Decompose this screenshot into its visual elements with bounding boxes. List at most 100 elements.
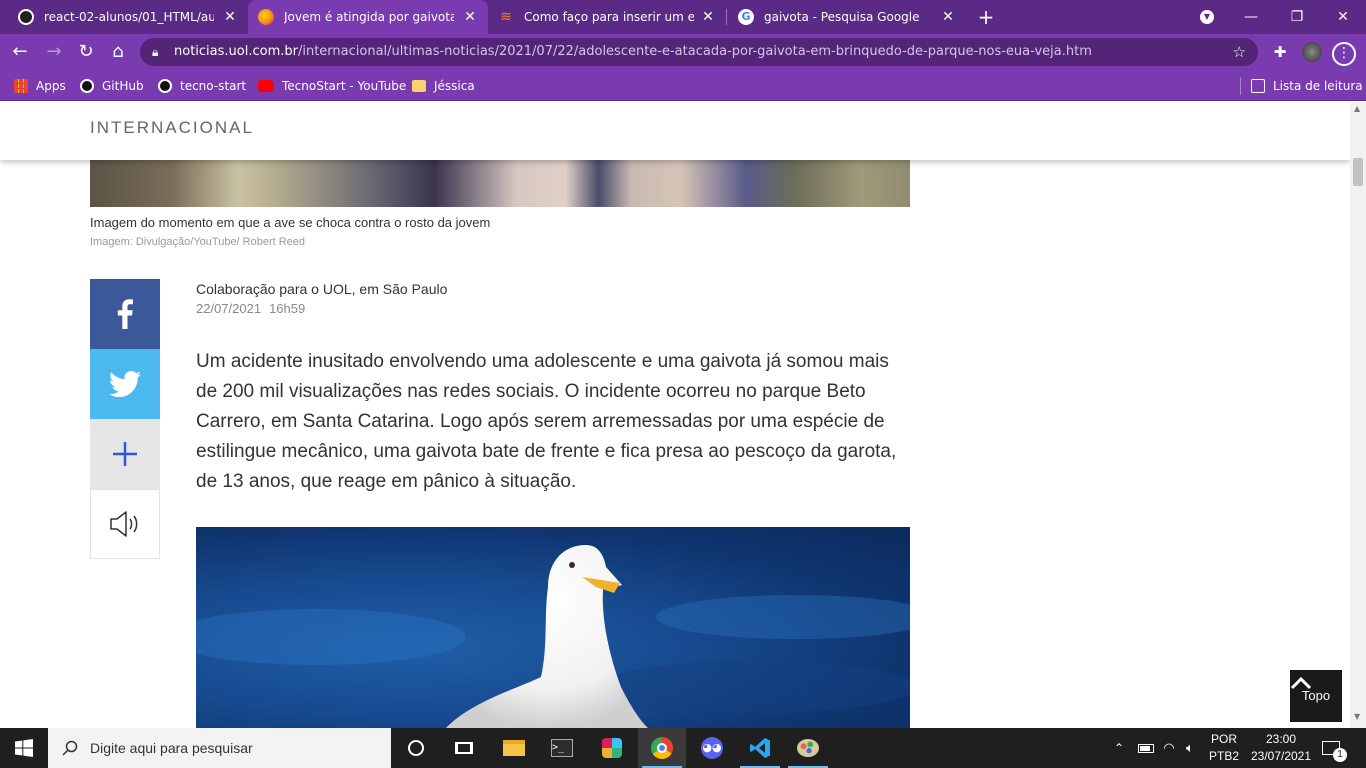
- facebook-icon: [117, 299, 133, 329]
- google-icon: G: [738, 9, 754, 25]
- cortana-icon[interactable]: [392, 728, 440, 768]
- seagull-image: [196, 527, 910, 728]
- show-hidden-icons[interactable]: ⌃: [1114, 728, 1124, 768]
- image-credit: Imagem: Divulgação/YouTube/ Robert Reed: [90, 236, 306, 248]
- stackoverflow-icon: ≋: [500, 9, 512, 25]
- bookmark-apps[interactable]: Apps: [14, 76, 66, 96]
- scroll-up-icon[interactable]: ▲: [1354, 104, 1362, 113]
- seagull-illustration: [196, 545, 910, 728]
- notification-icon: 1: [1322, 741, 1347, 762]
- clock-date: 23/07/2021: [1250, 749, 1312, 763]
- tab-uol[interactable]: Jovem é atingida por gaivota em ✕: [248, 0, 488, 34]
- battery-icon[interactable]: [1138, 728, 1154, 768]
- youtube-icon: [258, 80, 274, 92]
- listen-audio-button[interactable]: [90, 489, 160, 559]
- close-icon[interactable]: ✕: [700, 9, 716, 25]
- task-view-icon[interactable]: [440, 728, 488, 768]
- notification-count: 1: [1333, 748, 1347, 762]
- bookmark-youtube[interactable]: TecnoStart - YouTube: [258, 76, 406, 96]
- vscode-icon[interactable]: [736, 728, 784, 768]
- image-caption: Imagem do momento em que a ave se choca …: [90, 215, 491, 230]
- file-explorer-icon[interactable]: [490, 728, 538, 768]
- github-icon: [18, 9, 34, 25]
- uol-icon: [258, 9, 274, 25]
- forward-icon[interactable]: →: [42, 40, 66, 64]
- sticky-header: INTERNACIONAL: [0, 102, 1350, 160]
- tab-google[interactable]: G gaivota - Pesquisa Google ✕: [728, 0, 966, 34]
- wifi-icon[interactable]: ◜◝: [1164, 728, 1174, 768]
- tab-search-icon[interactable]: ▼: [1184, 0, 1230, 34]
- twitter-share-button[interactable]: [90, 349, 160, 419]
- minimize-icon[interactable]: —: [1228, 0, 1274, 34]
- page-scrollbar[interactable]: ▲ ▼: [1350, 102, 1366, 728]
- browser-toolbar: ← → ↻ ⌂ 🔒︎ noticias.uol.com.br/internaci…: [0, 34, 1366, 70]
- tab-title: react-02-alunos/01_HTML/aula-0: [44, 10, 214, 24]
- article-dateline: 22/07/2021 16h59: [196, 301, 305, 316]
- paint-icon[interactable]: [784, 728, 832, 768]
- search-icon: [62, 740, 78, 756]
- tab-title: gaivota - Pesquisa Google: [764, 10, 920, 24]
- bookmark-tecno-start[interactable]: tecno-start: [158, 76, 246, 96]
- reload-icon[interactable]: ↻: [74, 40, 98, 64]
- tab-title: Jovem é atingida por gaivota em: [284, 10, 454, 24]
- bookmark-github[interactable]: GitHub: [80, 76, 144, 96]
- menu-icon[interactable]: ⋮: [1332, 40, 1356, 66]
- bookmark-label: Jéssica: [434, 79, 475, 93]
- divider: [1240, 77, 1241, 95]
- scroll-down-icon[interactable]: ▼: [1354, 712, 1362, 721]
- bookmark-label: GitHub: [102, 79, 144, 93]
- twitter-icon: [109, 371, 141, 397]
- new-tab-button[interactable]: +: [966, 0, 1006, 34]
- page-content: INTERNACIONAL Imagem do momento em que a…: [0, 102, 1350, 728]
- facebook-share-button[interactable]: [90, 279, 160, 349]
- restore-icon[interactable]: ❐: [1274, 0, 1320, 34]
- tab-separator: [726, 9, 727, 25]
- close-icon[interactable]: ✕: [222, 9, 238, 25]
- scroll-thumb[interactable]: [1353, 158, 1363, 186]
- tab-github[interactable]: react-02-alunos/01_HTML/aula-0 ✕: [8, 0, 248, 34]
- bookmark-jessica[interactable]: Jéssica: [412, 76, 475, 96]
- bookmark-label: Apps: [36, 79, 66, 93]
- bookmark-star-icon[interactable]: ☆: [1233, 38, 1246, 66]
- clock-time: 23:00: [1265, 732, 1297, 746]
- slack-icon[interactable]: [588, 728, 636, 768]
- home-icon[interactable]: ⌂: [106, 40, 130, 64]
- chrome-taskbar-icon[interactable]: [638, 728, 686, 768]
- notifications-button[interactable]: 1: [1322, 728, 1347, 768]
- system-clock[interactable]: 23:00 23/07/2021: [1246, 731, 1316, 765]
- back-icon[interactable]: ←: [8, 40, 32, 64]
- close-icon[interactable]: ✕: [462, 9, 478, 25]
- bookmark-label: tecno-start: [180, 79, 247, 93]
- reading-list[interactable]: Lista de leitura: [1240, 76, 1363, 96]
- folder-icon: [412, 80, 426, 92]
- section-title[interactable]: INTERNACIONAL: [90, 118, 254, 138]
- lock-icon: 🔒︎: [152, 45, 159, 59]
- start-button[interactable]: [0, 728, 48, 768]
- more-share-button[interactable]: [90, 419, 160, 489]
- bookmark-label: TecnoStart - YouTube: [282, 79, 407, 93]
- terminal-icon[interactable]: >_: [538, 728, 586, 768]
- windows-taskbar: Digite aqui para pesquisar >_ ◕◕ ⌃ ◜◝ 🔈︎…: [0, 728, 1366, 768]
- language-code: POR: [1210, 732, 1237, 746]
- reading-list-label: Lista de leitura: [1273, 79, 1363, 93]
- article-date: 22/07/2021: [196, 301, 262, 316]
- taskbar-search[interactable]: Digite aqui para pesquisar: [48, 728, 391, 768]
- tab-stackoverflow[interactable]: ≋ Como faço para inserir um eleme ✕: [488, 0, 726, 34]
- input-language[interactable]: POR PTB2: [1206, 731, 1242, 765]
- article-author: Colaboração para o UOL, em São Paulo: [196, 281, 448, 297]
- apps-grid-icon: [14, 79, 28, 93]
- back-to-top-button[interactable]: Topo: [1290, 670, 1342, 722]
- close-window-icon[interactable]: ✕: [1320, 0, 1366, 34]
- profile-avatar[interactable]: [1300, 40, 1324, 64]
- discord-icon[interactable]: ◕◕: [688, 728, 736, 768]
- volume-icon[interactable]: 🔈︎: [1186, 728, 1194, 768]
- search-placeholder: Digite aqui para pesquisar: [90, 740, 253, 756]
- back-to-top-label: Topo: [1301, 688, 1331, 703]
- github-icon: [80, 79, 94, 93]
- bookmarks-bar: Apps GitHub tecno-start TecnoStart - You…: [0, 70, 1366, 101]
- close-icon[interactable]: ✕: [940, 9, 956, 25]
- article-time: 16h59: [269, 301, 306, 316]
- speaker-icon: [110, 511, 138, 537]
- extensions-icon[interactable]: ✚: [1268, 40, 1292, 64]
- address-bar[interactable]: 🔒︎ noticias.uol.com.br/internacional/ult…: [140, 38, 1258, 66]
